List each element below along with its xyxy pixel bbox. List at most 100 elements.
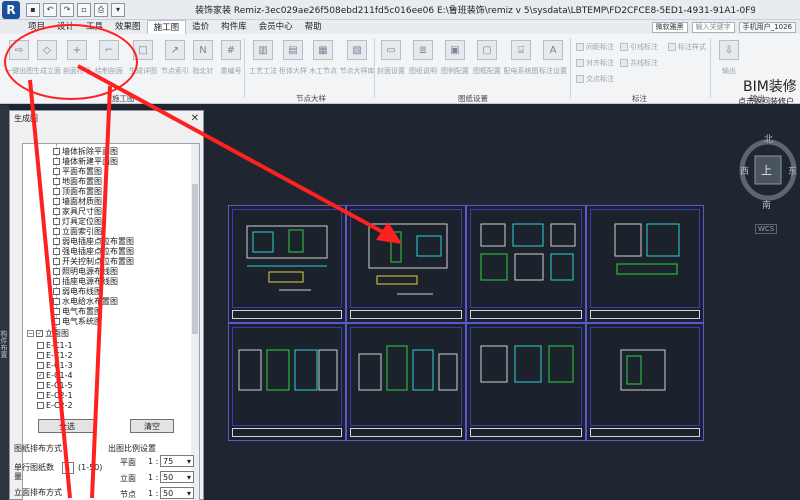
tree-item[interactable]: ✓ E-C1-4 [37, 370, 73, 380]
tree-item[interactable]: 地面布置图 [53, 176, 102, 186]
scale-node-select[interactable]: 50 ▾ [160, 487, 194, 499]
menu-item-cost[interactable]: 造价 [186, 20, 215, 34]
intersection-dimension-button[interactable]: 交点标注 [576, 74, 614, 84]
tree-item[interactable]: E-C1-1 [37, 340, 73, 350]
tree-item[interactable]: 家具尺寸图 [53, 206, 102, 216]
tree-item[interactable]: 立面索引图 [53, 226, 102, 236]
node-library-button[interactable]: ▧ 节点大样库 [340, 38, 375, 88]
renumber-button[interactable]: # 重编号 [214, 38, 248, 88]
tree-checkbox[interactable] [37, 341, 44, 349]
close-icon[interactable]: ✕ [191, 113, 199, 124]
view-cube-top[interactable]: 上 [761, 162, 772, 178]
tree-checkbox[interactable] [53, 167, 60, 175]
tree-checkbox[interactable] [37, 401, 44, 409]
drawing-sheet[interactable] [228, 323, 346, 441]
tree-item[interactable]: − ✓ 立面图 [27, 328, 69, 338]
side-panel-strip[interactable] [0, 105, 9, 500]
tree-checkbox[interactable] [53, 227, 60, 235]
output-button[interactable]: ⇩ 输出 [712, 38, 746, 88]
tree-checkbox[interactable] [37, 391, 44, 399]
tree-item[interactable]: E-C2-2 [37, 400, 73, 410]
tree-item[interactable]: 照明电源布线图 [53, 266, 118, 276]
tree-item[interactable]: E-C1-3 [37, 360, 73, 370]
craft-method-button[interactable]: ▥ 工艺工法 [246, 38, 280, 88]
tree-checkbox[interactable] [53, 177, 60, 185]
spacing-dimension-button[interactable]: 间距标注 [576, 42, 614, 52]
tree-item[interactable]: 墙体新建平面图 [53, 156, 118, 166]
tree-item[interactable]: 弱电插座点位布置图 [53, 236, 134, 246]
tree-checkbox[interactable] [53, 147, 60, 155]
clear-button[interactable]: 清空 [130, 419, 174, 433]
tree-item[interactable]: 电气布置图 [53, 306, 102, 316]
tree-checkbox[interactable] [53, 287, 60, 295]
power-system-button[interactable]: ⌸ 配电系统图 [504, 38, 539, 88]
tree-item[interactable]: E-C1-5 [37, 380, 73, 390]
redo-icon[interactable]: ↷ [60, 2, 74, 17]
font-select[interactable]: 微软雅黑 [651, 21, 688, 33]
tree-checkbox[interactable] [53, 307, 60, 315]
tree-item[interactable]: 插座电源布线图 [53, 276, 118, 286]
search-input[interactable]: 输入关键字 [691, 21, 735, 33]
tree-checkbox[interactable] [53, 187, 60, 195]
tree-checkbox[interactable] [53, 197, 60, 205]
row-count-input[interactable]: 5 [62, 462, 74, 474]
tree-item[interactable]: 弱电布线图 [53, 286, 102, 296]
scale-elevation-select[interactable]: 50 ▾ [160, 471, 194, 483]
menu-item-render[interactable]: 效果图 [109, 20, 147, 34]
tree-checkbox[interactable] [53, 217, 60, 225]
drawing-sheet[interactable] [466, 323, 586, 441]
drawing-sheet[interactable] [586, 323, 704, 441]
tree-checkbox[interactable] [53, 207, 60, 215]
drawing-sheet[interactable] [346, 323, 466, 441]
tree-item[interactable]: 开关控制点位布置图 [53, 256, 134, 266]
cover-settings-button[interactable]: ▭ 封面设置 [374, 38, 408, 88]
new-icon[interactable]: ▫ [77, 2, 91, 17]
tree-checkbox[interactable] [53, 267, 60, 275]
drawing-sheet[interactable] [228, 205, 346, 323]
tree-checkbox[interactable]: ✓ [36, 329, 43, 337]
tree-item[interactable]: 灯具定位图 [53, 216, 102, 226]
tree-scrollbar[interactable] [191, 144, 199, 500]
tree-item[interactable]: 强电插座点位布置图 [53, 246, 134, 256]
tree-item[interactable]: E-C1-2 [37, 350, 73, 360]
drawing-sheet[interactable] [466, 205, 586, 323]
tree-checkbox[interactable] [37, 361, 44, 369]
save-icon[interactable]: ▪ [26, 2, 40, 17]
tree-checkbox[interactable] [53, 257, 60, 265]
tree-item[interactable]: 电气系统图 [53, 316, 102, 326]
tree-checkbox[interactable] [53, 277, 60, 285]
tree-item[interactable]: 平面布置图 [53, 166, 102, 176]
align-dimension-button[interactable]: 对齐标注 [576, 58, 614, 68]
tree-item[interactable]: 顶面布置图 [53, 186, 102, 196]
tree-checkbox[interactable] [37, 381, 44, 389]
print-icon[interactable]: ⎙ [94, 2, 108, 17]
wcs-button[interactable]: WCS [755, 224, 778, 234]
scale-plan-select[interactable]: 75 ▾ [160, 455, 194, 467]
tree-checkbox[interactable] [53, 237, 60, 245]
scrollbar-thumb[interactable] [192, 184, 198, 334]
dimension-style-button[interactable]: 标注样式 [668, 42, 706, 52]
tree-item[interactable]: 水电给水布置图 [53, 296, 118, 306]
annotation-settings-button[interactable]: A 标注设置 [536, 38, 570, 88]
cabinet-detail-button[interactable]: ▤ 柜体大样 [276, 38, 310, 88]
tree-item[interactable]: E-C2-1 [37, 390, 73, 400]
tree-checkbox[interactable] [53, 317, 60, 325]
drawing-sheet[interactable] [586, 205, 704, 323]
tree-checkbox[interactable] [37, 351, 44, 359]
collapse-icon[interactable]: − [27, 329, 34, 337]
legend-config-button[interactable]: ▣ 图例配置 [438, 38, 472, 88]
drawing-notes-button[interactable]: ≣ 图纸说明 [406, 38, 440, 88]
menu-item-member-center[interactable]: 会员中心 [253, 20, 299, 34]
menu-item-component-library[interactable]: 构件库 [215, 20, 253, 34]
collinear-dimension-button[interactable]: 共线标注 [620, 58, 658, 68]
menu-item-help[interactable]: 帮助 [299, 20, 328, 34]
undo-icon[interactable]: ↶ [43, 2, 57, 17]
dropdown-icon[interactable]: ▾ [111, 2, 125, 17]
tree-checkbox[interactable] [53, 297, 60, 305]
app-logo-icon[interactable]: R [2, 0, 20, 19]
user-account[interactable]: 手机用户_1026 [738, 21, 796, 33]
tree-item[interactable]: 墙面材质图 [53, 196, 102, 206]
leader-dimension-button[interactable]: 引线标注 [620, 42, 658, 52]
select-all-button[interactable]: 全选 [38, 419, 96, 433]
frame-config-button[interactable]: ▢ 图框配置 [470, 38, 504, 88]
